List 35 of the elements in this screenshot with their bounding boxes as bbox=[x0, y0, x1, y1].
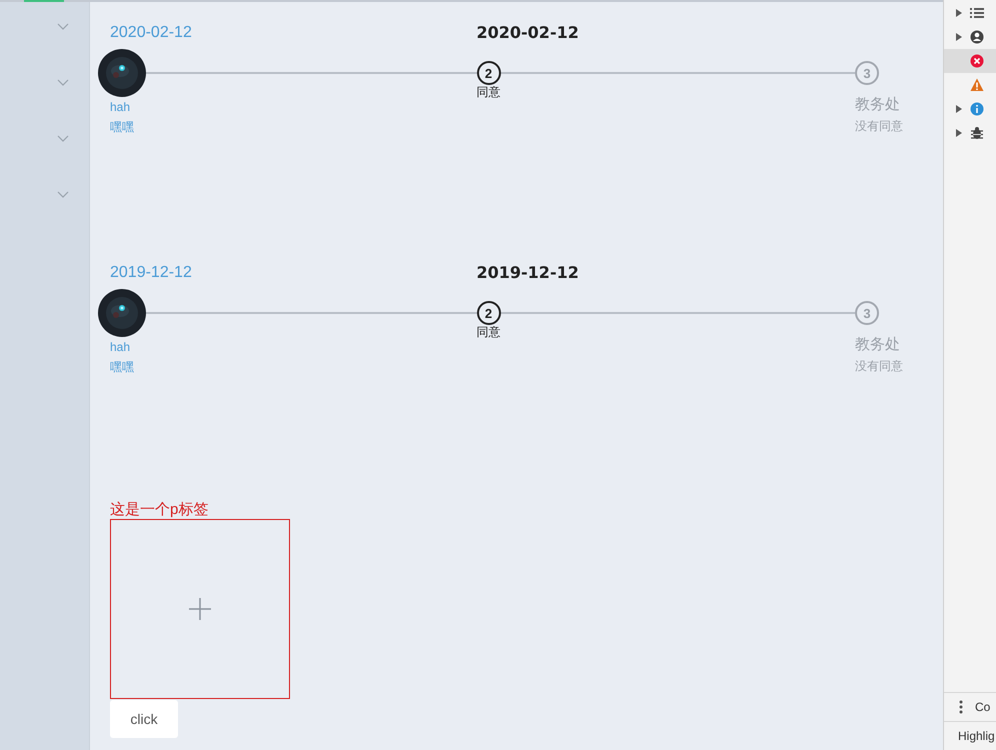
step-description: 同意 bbox=[476, 85, 500, 99]
click-button[interactable]: click bbox=[110, 700, 178, 738]
step-description: 同意 bbox=[476, 325, 500, 339]
step-number: 3 bbox=[855, 61, 879, 85]
step-number: 2 bbox=[476, 301, 500, 325]
devtools-tab[interactable]: Highlig bbox=[958, 729, 995, 743]
plus-icon bbox=[188, 597, 212, 621]
step-date: 2020-02-12 bbox=[110, 24, 192, 41]
step-description: 没有同意 bbox=[855, 358, 903, 375]
step-description: 没有同意 bbox=[855, 118, 903, 135]
expand-triangle-icon[interactable] bbox=[956, 105, 962, 113]
error-icon bbox=[970, 54, 984, 68]
expand-triangle-icon[interactable] bbox=[956, 9, 962, 17]
step-title: 教务处 bbox=[855, 335, 900, 355]
step-description: 嘿嘿 bbox=[110, 119, 134, 136]
upload-box[interactable] bbox=[110, 519, 290, 699]
step-date: 2019-12-12 bbox=[110, 264, 192, 281]
step-description: hah bbox=[110, 99, 130, 116]
bug-icon bbox=[970, 126, 984, 140]
list-icon bbox=[970, 6, 984, 20]
devtools-tab[interactable]: Co bbox=[975, 700, 990, 714]
step-date: 2020-02-12 bbox=[476, 23, 579, 42]
user-icon bbox=[970, 30, 984, 44]
step-number: 3 bbox=[855, 301, 879, 325]
info-icon bbox=[970, 102, 984, 116]
step-date: 2019-12-12 bbox=[476, 263, 579, 282]
expand-triangle-icon[interactable] bbox=[956, 33, 962, 41]
expand-triangle-icon[interactable] bbox=[956, 129, 962, 137]
step-description: hah bbox=[110, 339, 130, 356]
warning-icon bbox=[970, 78, 984, 92]
step-number: 2 bbox=[476, 61, 500, 85]
step-description: 嘿嘿 bbox=[110, 359, 134, 376]
more-icon[interactable] bbox=[959, 700, 963, 714]
step-title: 教务处 bbox=[855, 95, 900, 115]
p-tag-text: 这是一个p标签 bbox=[110, 501, 210, 519]
